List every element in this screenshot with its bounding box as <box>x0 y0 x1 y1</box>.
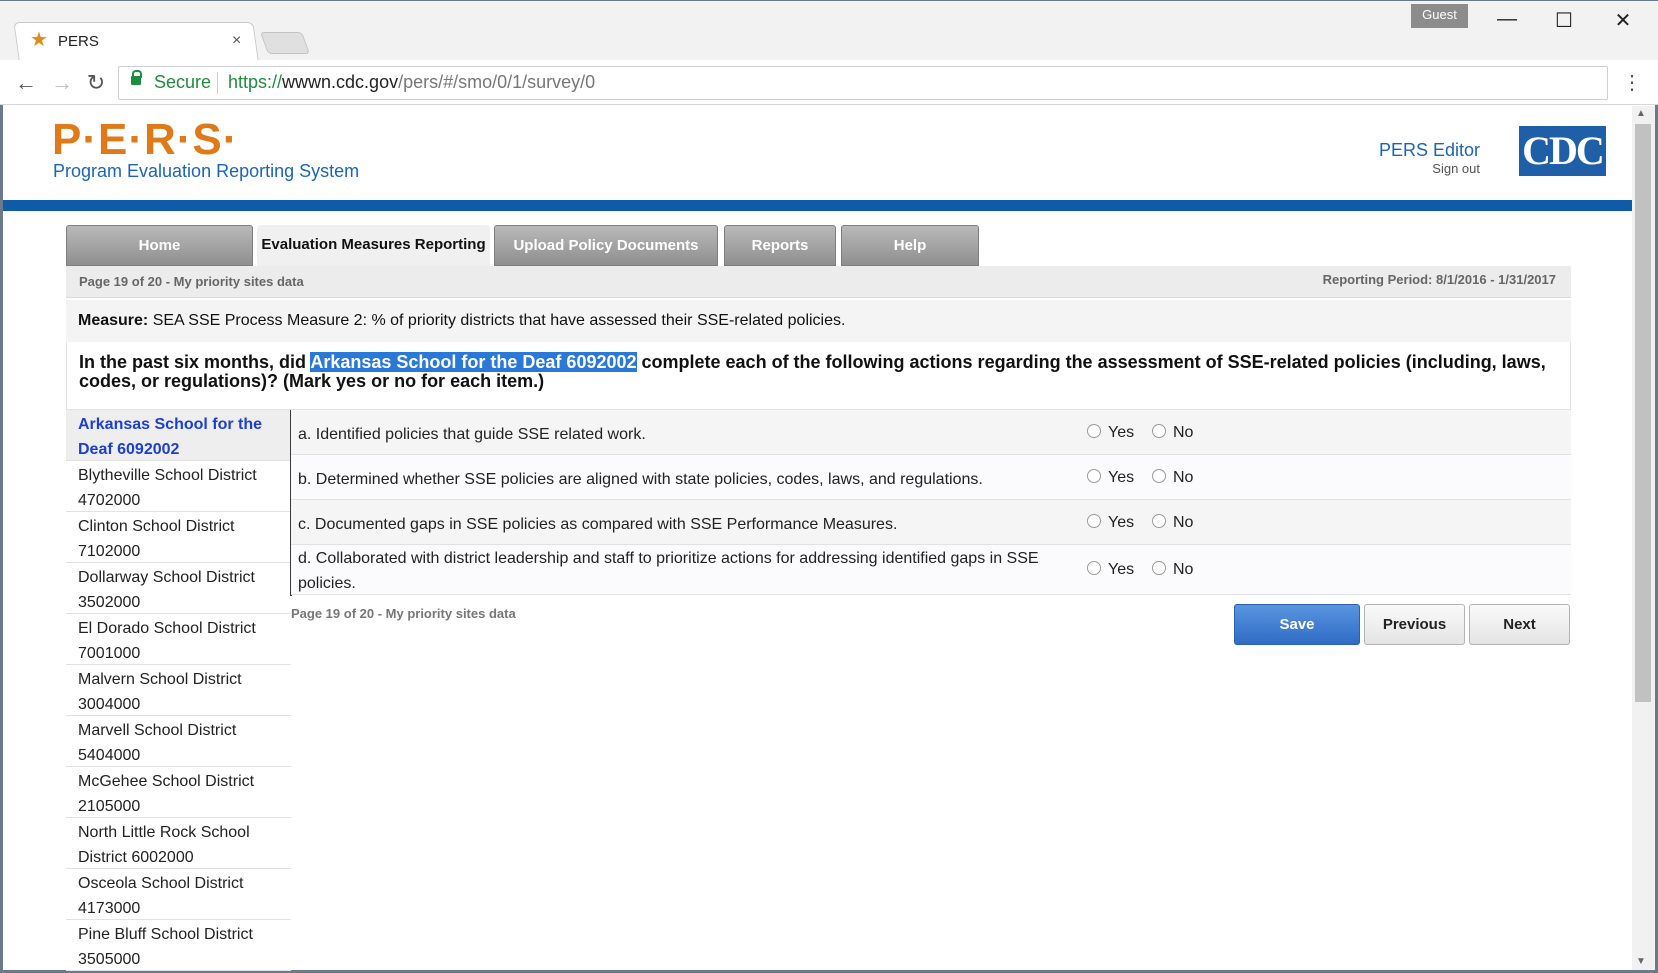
question-item-row: d. Collaborated with district leadership… <box>291 545 1571 595</box>
no-label[interactable]: No <box>1173 514 1193 532</box>
maximize-icon[interactable]: ☐ <box>1549 8 1579 33</box>
tab-close-icon[interactable]: × <box>232 32 241 50</box>
yes-radio[interactable] <box>1087 424 1101 438</box>
url-scheme: https:// <box>228 72 283 92</box>
measure-description: SEA SSE Process Measure 2: % of priority… <box>152 312 846 329</box>
no-radio[interactable] <box>1152 561 1166 575</box>
question-item-text: c. Documented gaps in SSE policies as co… <box>298 516 898 533</box>
url-host: wwwn.cdc.gov <box>282 72 399 92</box>
site-item[interactable]: McGehee School District 2105000 <box>66 767 291 818</box>
measure-text: Measure: SEA SSE Process Measure 2: % of… <box>78 312 845 330</box>
tab-evaluation-measures-reporting[interactable]: Evaluation Measures Reporting <box>257 225 490 266</box>
forward-arrow-icon[interactable]: → <box>48 70 76 96</box>
yes-label[interactable]: Yes <box>1108 514 1134 532</box>
bottom-page-indicator: Page 19 of 20 - My priority sites data <box>291 606 516 621</box>
tab-upload-policy-documents[interactable]: Upload Policy Documents <box>494 225 718 266</box>
sign-out-link[interactable]: Sign out <box>1300 161 1480 176</box>
question-item-text: d. Collaborated with district leadership… <box>298 550 1039 592</box>
question-item-row: a. Identified policies that guide SSE re… <box>291 410 1571 455</box>
question-item-text: b. Determined whether SSE policies are a… <box>298 471 983 488</box>
site-item[interactable]: Osceola School District 4173000 <box>66 869 291 920</box>
site-item[interactable]: Arkansas School for the Deaf 6092002 <box>66 410 291 461</box>
no-label[interactable]: No <box>1173 561 1193 579</box>
scrollbar-thumb[interactable] <box>1635 124 1651 702</box>
site-item[interactable]: Pine Bluff School District 3505000 <box>66 920 291 971</box>
yes-radio[interactable] <box>1087 561 1101 575</box>
scroll-down-icon[interactable]: ▼ <box>1636 956 1646 967</box>
site-item[interactable]: Clinton School District 7102000 <box>66 512 291 563</box>
site-list: Arkansas School for the Deaf 6092002 Bly… <box>66 410 291 971</box>
save-button[interactable]: Save <box>1234 604 1360 645</box>
site-item[interactable]: Blytheville School District 4702000 <box>66 461 291 512</box>
browser-menu-icon[interactable]: ⋮ <box>1622 70 1642 95</box>
page-indicator: Page 19 of 20 - My priority sites data <box>79 274 304 289</box>
no-radio[interactable] <box>1152 424 1166 438</box>
url-text[interactable]: https://wwwn.cdc.gov/pers/#/smo/0/1/surv… <box>228 72 595 93</box>
back-arrow-icon[interactable]: ← <box>12 70 40 96</box>
yes-label[interactable]: Yes <box>1108 424 1134 442</box>
close-window-icon[interactable]: ✕ <box>1608 8 1638 33</box>
logo-subtitle: Program Evaluation Reporting System <box>53 161 360 181</box>
question-text: In the past six months, did Arkansas Sch… <box>79 352 1559 391</box>
site-item[interactable]: North Little Rock School District 600200… <box>66 818 291 869</box>
browser-tab-title: PERS <box>58 33 99 50</box>
tab-reports[interactable]: Reports <box>724 225 836 266</box>
yes-radio[interactable] <box>1087 469 1101 483</box>
window-frame-left <box>0 0 3 973</box>
next-button[interactable]: Next <box>1469 604 1570 645</box>
question-item-row: c. Documented gaps in SSE policies as co… <box>291 500 1571 545</box>
minimize-icon[interactable]: — <box>1492 8 1522 31</box>
no-radio[interactable] <box>1152 469 1166 483</box>
reporting-period: Reporting Period: 8/1/2016 - 1/31/2017 <box>1322 272 1556 287</box>
yes-label[interactable]: Yes <box>1108 561 1134 579</box>
star-icon: ★ <box>30 29 48 51</box>
question-site-highlight: Arkansas School for the Deaf 6092002 <box>310 352 637 372</box>
cdc-logo: CDC <box>1519 126 1606 176</box>
secure-label: Secure <box>154 72 212 92</box>
no-label[interactable]: No <box>1173 424 1193 442</box>
site-item[interactable]: Marvell School District 5404000 <box>66 716 291 767</box>
question-item-text: a. Identified policies that guide SSE re… <box>298 426 646 443</box>
tab-help[interactable]: Help <box>841 225 979 266</box>
no-label[interactable]: No <box>1173 469 1193 487</box>
yes-radio[interactable] <box>1087 514 1101 528</box>
site-item[interactable]: Dollarway School District 3502000 <box>66 563 291 614</box>
site-item[interactable]: El Dorado School District 7001000 <box>66 614 291 665</box>
browser-tab[interactable] <box>13 22 259 60</box>
user-role-label: PERS Editor <box>1378 140 1480 160</box>
url-path: /pers/#/smo/0/1/survey/0 <box>398 72 596 92</box>
pers-logo: P·E·R·S· <box>52 115 239 164</box>
reload-icon[interactable]: ↻ <box>82 70 110 96</box>
address-separator <box>217 72 218 94</box>
previous-button[interactable]: Previous <box>1364 604 1465 645</box>
question-item-row: b. Determined whether SSE policies are a… <box>291 455 1571 500</box>
site-item[interactable]: Malvern School District 3004000 <box>66 665 291 716</box>
new-tab-button[interactable] <box>259 32 311 54</box>
lock-icon <box>131 70 142 85</box>
no-radio[interactable] <box>1152 514 1166 528</box>
tab-home[interactable]: Home <box>66 225 253 266</box>
profile-badge[interactable]: Guest <box>1411 4 1468 28</box>
measure-label: Measure: <box>78 312 149 329</box>
question-items-table: a. Identified policies that guide SSE re… <box>291 410 1571 595</box>
question-prefix: In the past six months, did <box>79 352 311 372</box>
scroll-up-icon[interactable]: ▲ <box>1636 108 1646 119</box>
yes-label[interactable]: Yes <box>1108 469 1134 487</box>
header-divider-bar <box>3 200 1632 211</box>
